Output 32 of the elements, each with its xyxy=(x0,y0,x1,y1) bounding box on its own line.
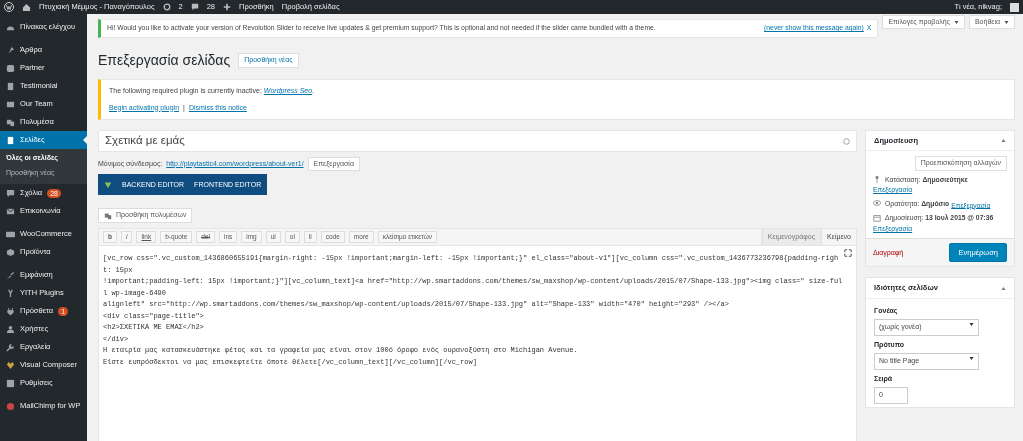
comment-icon[interactable] xyxy=(190,3,199,11)
home-icon[interactable] xyxy=(22,2,31,12)
comment-icon xyxy=(6,188,15,198)
avatar-icon xyxy=(1010,2,1019,12)
y-letter-icon xyxy=(6,288,15,298)
media-icon xyxy=(104,211,112,220)
media-icon xyxy=(6,117,15,127)
wordpress-logo-icon[interactable] xyxy=(4,2,14,12)
plus-icon[interactable] xyxy=(223,3,232,11)
title-field[interactable]: Σχετικά με εμάς xyxy=(98,130,857,152)
eye-icon xyxy=(873,199,881,208)
box-icon xyxy=(6,247,15,257)
dropdown-arrow-icon xyxy=(969,322,974,328)
dropdown-arrow-icon xyxy=(969,356,974,362)
caret-icon xyxy=(953,19,959,25)
composer-logo-icon xyxy=(104,180,112,189)
pin-icon xyxy=(6,45,15,55)
page-heading: Επεξεργασία σελίδας xyxy=(98,51,231,70)
calendar-icon xyxy=(873,213,881,222)
heart-icon xyxy=(6,360,15,370)
collapse-icon[interactable] xyxy=(1001,285,1006,291)
caret-icon xyxy=(1004,19,1009,25)
pages-icon xyxy=(6,135,15,145)
envelope-icon xyxy=(6,206,15,216)
collapse-icon[interactable] xyxy=(1001,138,1006,144)
grid-icon xyxy=(6,63,15,73)
pin-icon xyxy=(873,175,881,184)
wrench-icon xyxy=(6,342,15,352)
fullscreen-icon[interactable] xyxy=(844,249,852,258)
user-icon xyxy=(6,324,15,334)
document-icon xyxy=(6,81,15,91)
code-editor[interactable] xyxy=(98,245,857,441)
